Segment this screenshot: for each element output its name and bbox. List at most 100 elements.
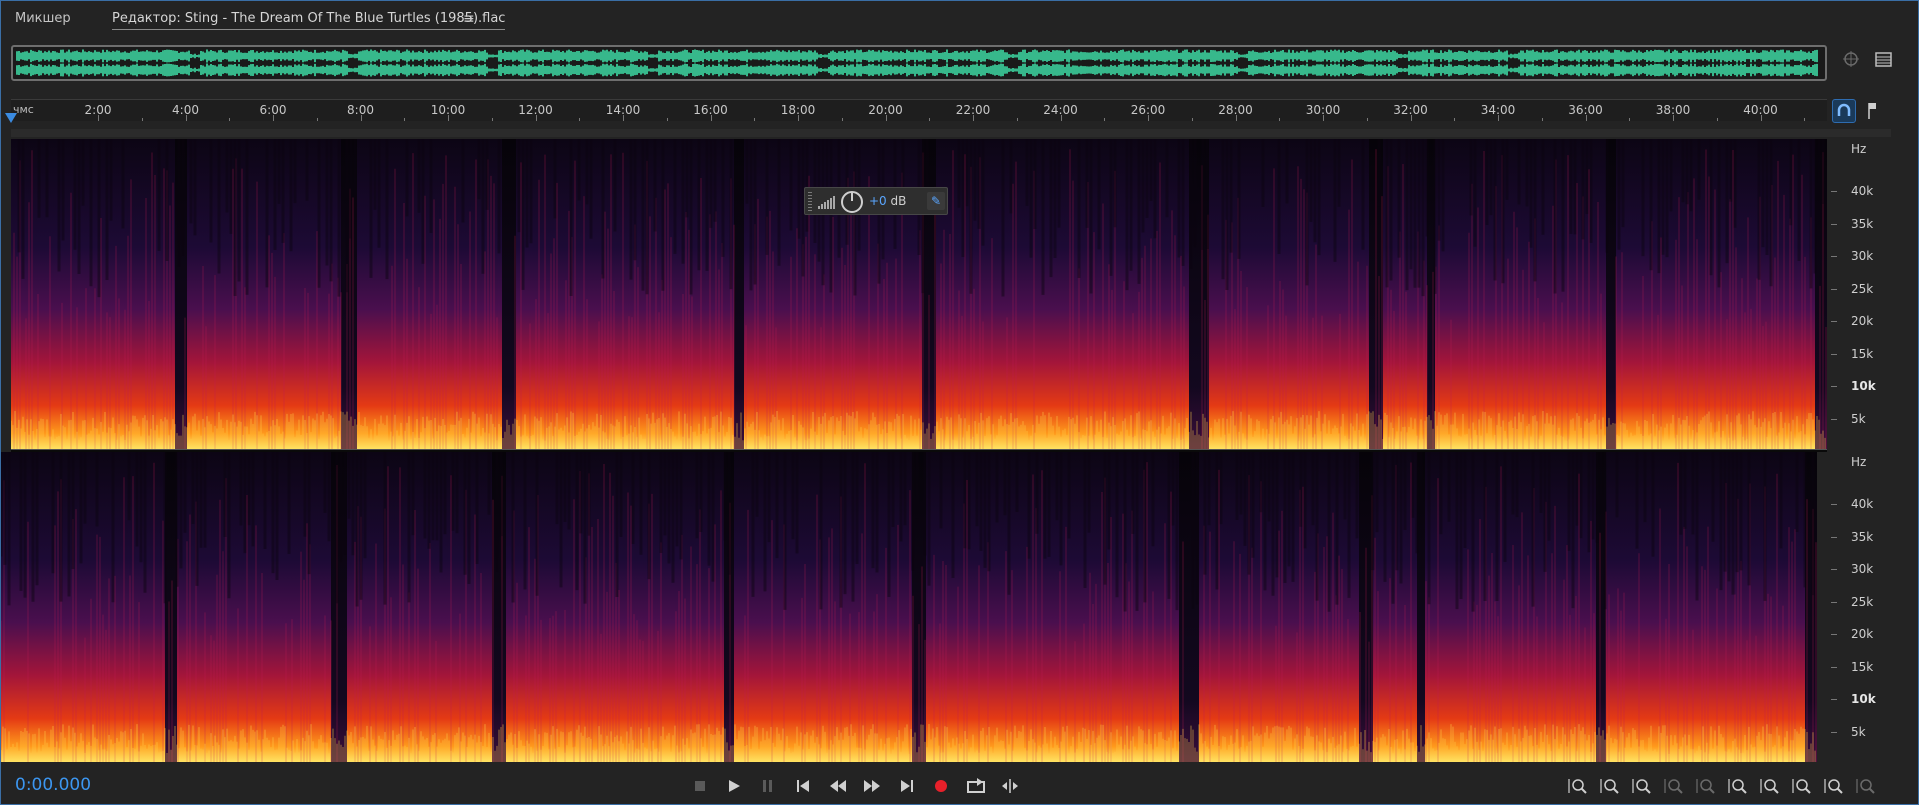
ruler-tick xyxy=(1148,115,1149,121)
time-ruler[interactable]: чмс 2:00 4:00 6:00 8:00 10:00 12:00 14:00 16:00… xyxy=(11,99,1827,121)
frequency-label: 40k xyxy=(1851,184,1874,198)
volume-knob[interactable] xyxy=(841,191,863,213)
zoom-full-icon[interactable] xyxy=(1694,776,1716,796)
zoom-out-time-icon[interactable] xyxy=(1662,776,1684,796)
spectrogram-gap xyxy=(492,452,506,762)
tab-editor[interactable]: Редактор: Sting - The Dream Of The Blue … xyxy=(112,11,506,30)
ruler-minor-tick xyxy=(929,118,931,121)
marker-icon[interactable] xyxy=(1865,101,1879,121)
spectrogram-right-graphic xyxy=(1,452,1817,762)
ruler-minor-tick xyxy=(1366,118,1368,121)
frequency-tick xyxy=(1831,601,1837,603)
hamburger-icon[interactable]: ≡ xyxy=(463,11,475,27)
frequency-tick xyxy=(1831,353,1837,355)
frequency-label: 35k xyxy=(1851,529,1874,544)
frequency-tick xyxy=(1831,569,1837,570)
transport-bar: 0:00.000 xyxy=(1,765,1918,805)
frequency-label: 20k xyxy=(1851,627,1874,641)
volume-value[interactable]: +0 dB xyxy=(869,194,906,208)
ruler-tick xyxy=(1060,115,1062,121)
frequency-label: 15k xyxy=(1851,659,1874,674)
frequency-axis-left[interactable]: Hz 40k 35k 30k 25k 20k 15k 10k 5k xyxy=(1831,139,1891,449)
ruler-tick xyxy=(1498,115,1499,121)
frequency-label: 35k xyxy=(1851,216,1874,231)
hud-drag-handle[interactable] xyxy=(808,192,812,212)
zoom-to-selection-icon[interactable] xyxy=(1790,776,1812,796)
ruler-tick xyxy=(185,115,187,121)
frequency-tick xyxy=(1831,321,1837,322)
ruler-tick xyxy=(710,115,712,121)
skip-selection-icon[interactable] xyxy=(1000,777,1020,795)
ruler-minor-tick xyxy=(1016,118,1018,121)
playhead-marker[interactable] xyxy=(5,113,17,123)
frequency-label: 25k xyxy=(1851,281,1874,296)
fast-forward-icon[interactable] xyxy=(862,777,882,795)
ruler-tick xyxy=(623,115,624,121)
volume-number: +0 xyxy=(869,194,887,208)
frequency-tick xyxy=(1831,666,1837,668)
volume-unit: dB xyxy=(890,194,907,208)
play-icon[interactable] xyxy=(724,777,744,795)
ruler-minor-tick xyxy=(1104,118,1106,121)
frequency-label: 5k xyxy=(1851,724,1866,739)
frequency-label: 40k xyxy=(1851,497,1874,511)
overview-waveform[interactable] xyxy=(11,45,1827,81)
ruler-tick xyxy=(535,115,537,121)
spectrogram-right-channel[interactable] xyxy=(1,452,1918,762)
frequency-tick xyxy=(1831,699,1837,700)
ruler-minor-tick xyxy=(1279,118,1281,121)
volume-hud[interactable]: +0 dB ✎ xyxy=(804,187,948,215)
go-to-end-icon[interactable] xyxy=(897,777,917,795)
panel-tabs: Микшер Редактор: Sting - The Dream Of Th… xyxy=(1,1,1918,37)
tab-mixer[interactable]: Микшер xyxy=(15,11,71,26)
zoom-reset-icon[interactable] xyxy=(1822,776,1844,796)
stop-icon[interactable] xyxy=(690,777,710,795)
ruler-minor-tick xyxy=(229,118,231,121)
pause-icon[interactable] xyxy=(758,777,778,795)
zoom-in-selection-icon[interactable] xyxy=(1726,776,1748,796)
ruler-minor-tick xyxy=(1454,118,1456,121)
record-icon[interactable] xyxy=(931,777,951,795)
ruler-minor-tick xyxy=(404,118,406,121)
ruler-minor-tick xyxy=(1629,118,1631,121)
zoom-extra-icon[interactable] xyxy=(1854,776,1876,796)
vertical-zoom-strip[interactable] xyxy=(11,129,1891,137)
zoom-navigator-icon[interactable] xyxy=(1841,49,1863,71)
ruler-tick xyxy=(1410,115,1412,121)
ruler-minor-tick xyxy=(579,118,581,121)
ruler-minor-tick xyxy=(1541,118,1543,121)
editor-window: Микшер Редактор: Sting - The Dream Of Th… xyxy=(0,0,1919,805)
ruler-tick xyxy=(885,115,887,121)
ruler-tick xyxy=(273,115,274,121)
spectrogram-left-channel[interactable] xyxy=(11,139,1827,449)
snap-icon[interactable] xyxy=(1832,99,1856,123)
loop-playback-icon[interactable] xyxy=(966,777,986,795)
zoom-out-selection-icon[interactable] xyxy=(1758,776,1780,796)
ruler-minor-tick xyxy=(1191,118,1193,121)
panel-menu-icon[interactable] xyxy=(1873,49,1895,71)
ruler-minor-tick xyxy=(491,118,493,121)
ruler-minor-tick xyxy=(666,118,668,121)
frequency-label: 25k xyxy=(1851,594,1874,609)
ruler-minor-tick xyxy=(316,118,318,121)
ruler-tick xyxy=(798,115,799,121)
zoom-in-amplitude-icon[interactable] xyxy=(1566,776,1588,796)
frequency-axis-right[interactable]: Hz 40k 35k 30k 25k 20k 15k 10k 5k xyxy=(1831,452,1891,762)
frequency-tick xyxy=(1831,731,1837,733)
zoom-in-time-icon[interactable] xyxy=(1630,776,1652,796)
frequency-tick xyxy=(1831,191,1837,192)
frequency-unit: Hz xyxy=(1851,142,1867,156)
zoom-out-amplitude-icon[interactable] xyxy=(1598,776,1620,796)
level-meter-icon xyxy=(818,196,835,209)
frequency-label: 10k xyxy=(1851,692,1876,706)
rewind-icon[interactable] xyxy=(828,777,848,795)
frequency-tick xyxy=(1831,634,1837,635)
spectrogram-gap xyxy=(165,452,177,762)
ruler-tick xyxy=(1760,115,1762,121)
pin-icon[interactable]: ✎ xyxy=(927,192,945,210)
ruler-tick xyxy=(98,115,99,121)
go-to-start-icon[interactable] xyxy=(793,777,813,795)
frequency-label: 30k xyxy=(1851,562,1874,576)
frequency-tick xyxy=(1831,223,1837,225)
frequency-tick xyxy=(1831,418,1837,420)
